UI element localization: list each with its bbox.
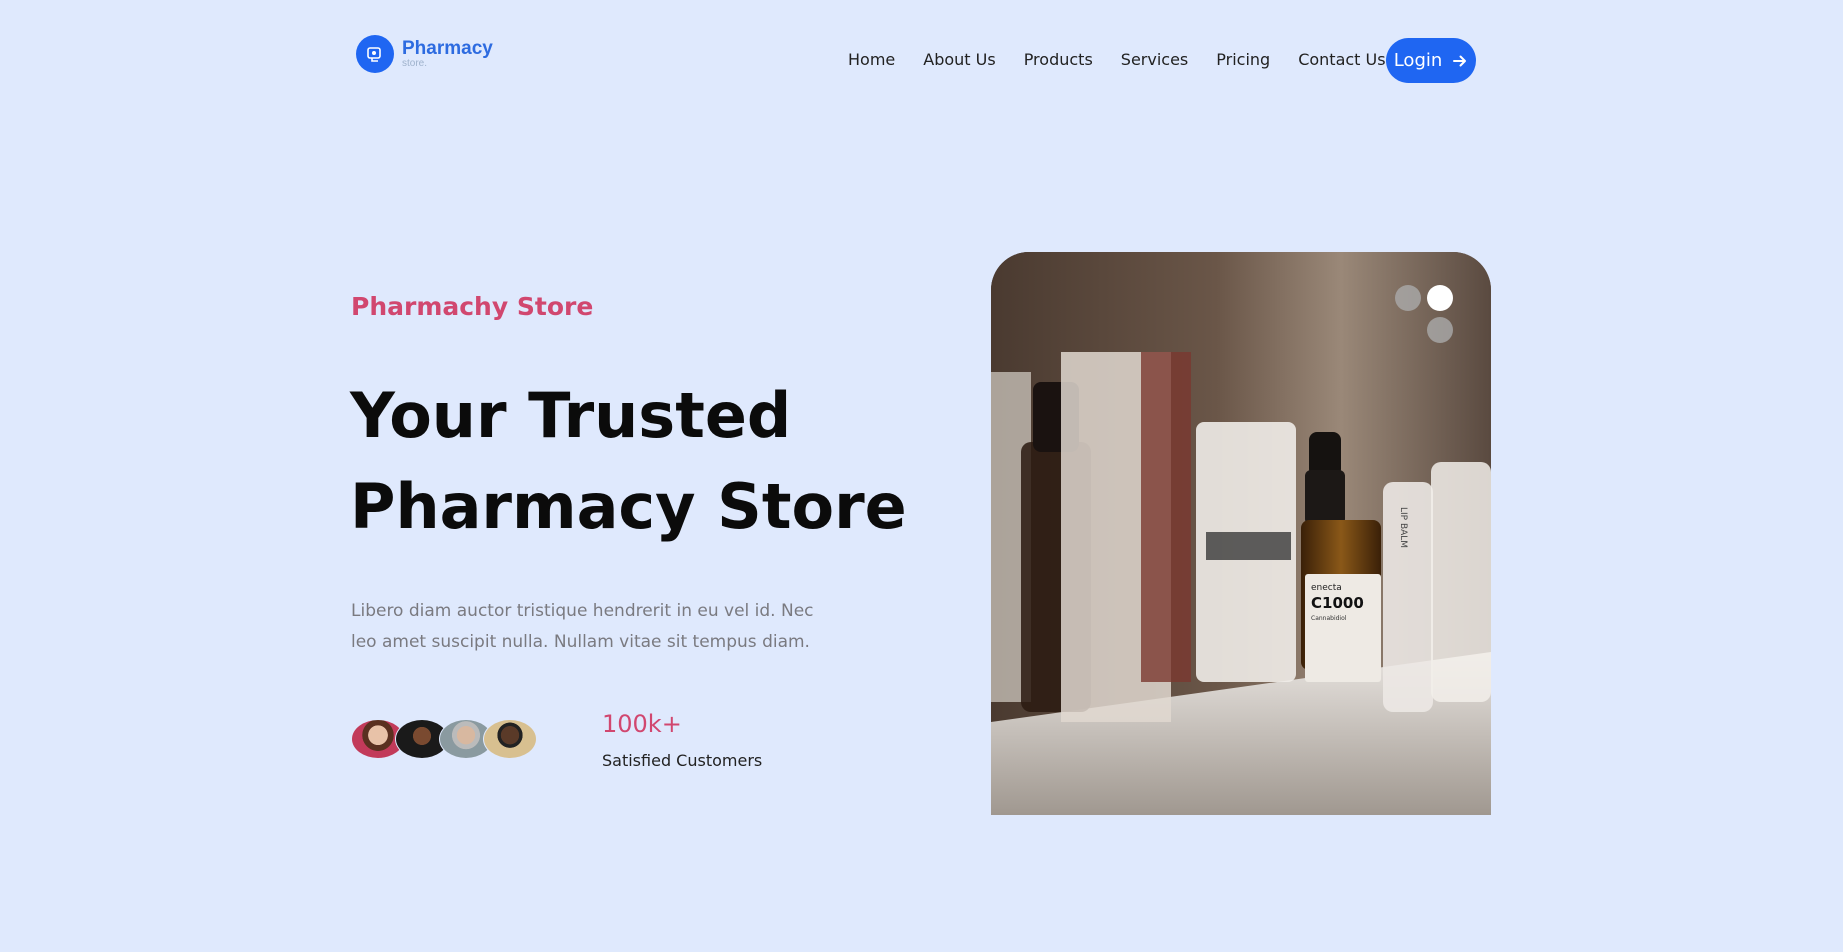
nav-products[interactable]: Products (1024, 50, 1093, 69)
hero-title-line-2: Pharmacy Store (350, 470, 907, 543)
nav-pricing[interactable]: Pricing (1216, 50, 1270, 69)
hero-eyebrow: Pharmachy Store (351, 292, 594, 321)
main-nav: Home About Us Products Services Pricing … (848, 50, 1414, 69)
customer-count: 100k+ (602, 710, 682, 738)
carousel-dot-1[interactable] (1395, 285, 1421, 311)
side-product-label: LIP BALM (1398, 507, 1408, 548)
avatar (483, 719, 537, 759)
hero-title: Your Trusted Pharmacy Store (350, 370, 910, 552)
hero-title-line-1: Your Trusted (350, 379, 792, 452)
product-brand-label: enecta (1311, 583, 1342, 593)
hero-description: Libero diam auctor tristique hendrerit i… (351, 601, 814, 652)
brand-subtitle: store. (402, 58, 428, 69)
hero-product-image: enecta C1000 Cannabidiol LIP BALM (991, 252, 1491, 815)
product-name-label: C1000 (1311, 594, 1364, 612)
pharmacy-shelf-illustration: enecta C1000 Cannabidiol LIP BALM (991, 252, 1491, 815)
customer-count-label: Satisfied Customers (602, 751, 763, 770)
product-sub-label: Cannabidiol (1311, 615, 1347, 622)
nav-services[interactable]: Services (1121, 50, 1188, 69)
brand-name: Pharmacy (402, 38, 493, 59)
nav-contact-us[interactable]: Contact Us (1298, 50, 1385, 69)
nav-about-us[interactable]: About Us (923, 50, 995, 69)
customer-avatars (351, 719, 537, 759)
arrow-right-icon (1452, 53, 1468, 69)
carousel-dot-2-active[interactable] (1427, 285, 1453, 311)
login-button[interactable]: Login (1386, 38, 1476, 83)
login-label: Login (1393, 50, 1443, 71)
carousel-dot-3[interactable] (1427, 317, 1453, 343)
nav-home[interactable]: Home (848, 50, 895, 69)
brand-logo[interactable]: Pharmacy store. (356, 35, 493, 73)
pharmacy-logo-icon (356, 35, 394, 73)
